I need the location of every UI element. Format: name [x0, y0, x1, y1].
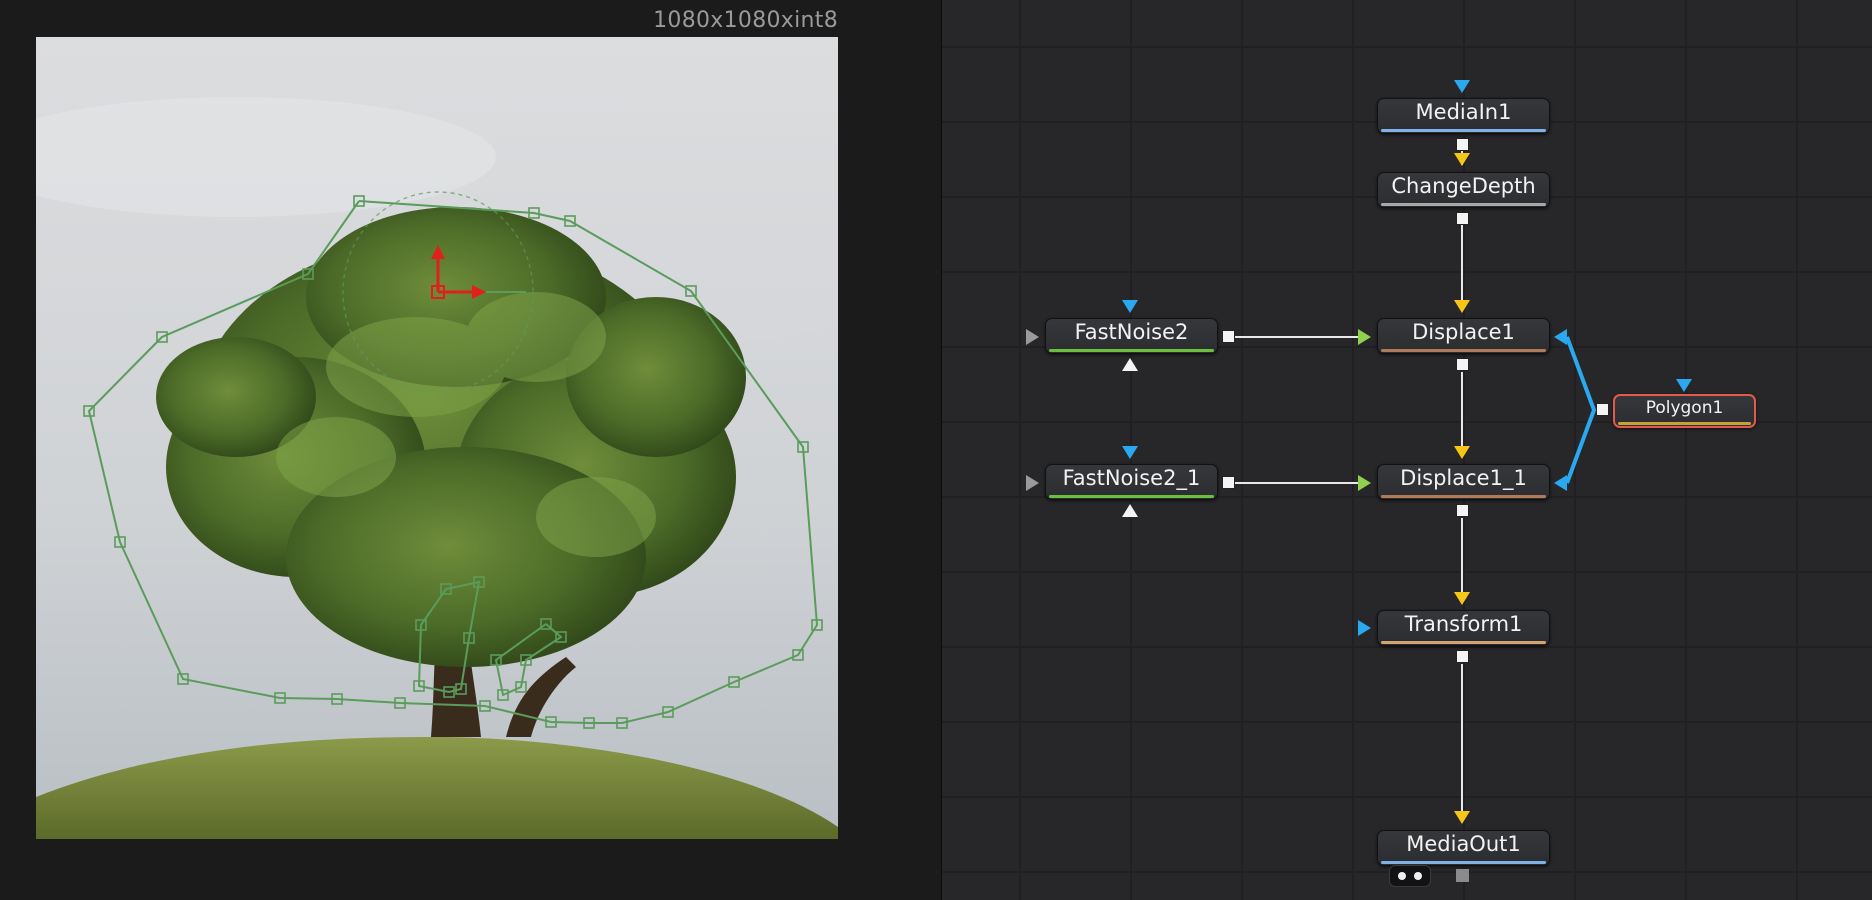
transform1-effect-mask-input[interactable]: [1358, 620, 1371, 636]
displace1-input-triangle[interactable]: [1454, 300, 1470, 313]
polygon1-input-triangle[interactable]: [1676, 379, 1692, 392]
transform-gizmo-icon[interactable]: [431, 245, 526, 299]
node-label: ChangeDepth: [1391, 174, 1536, 198]
polygon-mask-overlay[interactable]: [36, 37, 838, 839]
displace1_1-input-triangle[interactable]: [1454, 446, 1470, 459]
node-label: Displace1_1: [1400, 466, 1527, 490]
viewer-image[interactable]: [36, 37, 838, 839]
node-displace1_1[interactable]: Displace1_1: [1377, 464, 1550, 500]
polygon1-output-port[interactable]: [1596, 403, 1609, 416]
node-label: Displace1: [1412, 320, 1515, 344]
node-mediain1[interactable]: MediaIn1: [1377, 98, 1550, 134]
transform1-input-triangle[interactable]: [1454, 592, 1470, 605]
node-mediaout1[interactable]: MediaOut1: [1377, 830, 1550, 866]
mediain1-output-port[interactable]: [1456, 138, 1469, 151]
node-transform1[interactable]: Transform1: [1377, 610, 1550, 646]
node-label: FastNoise2_1: [1062, 466, 1201, 490]
polygon-inner-branch[interactable]: [494, 623, 563, 697]
displace1_1-noise-input[interactable]: [1358, 475, 1371, 491]
viewer-dot-right-icon: [1414, 872, 1422, 880]
polygon-inner-trunk[interactable]: [417, 580, 481, 694]
fastnoise2-left-input[interactable]: [1026, 329, 1039, 345]
node-label: MediaIn1: [1415, 100, 1512, 124]
viewer-dot-left-icon: [1398, 872, 1406, 880]
mask-wire-polygon: [1565, 336, 1597, 484]
fastnoise2_1-left-input[interactable]: [1026, 475, 1039, 491]
mediain1-input-triangle[interactable]: [1454, 80, 1470, 93]
displace1_1-output-port[interactable]: [1456, 504, 1469, 517]
displace1-noise-input[interactable]: [1358, 329, 1371, 345]
node-flow-editor[interactable]: MediaIn1 ChangeDepth Displace1 Displace1…: [942, 0, 1872, 900]
node-label: FastNoise2: [1074, 320, 1189, 344]
viewer-panel: 1080x1080xint8: [0, 0, 941, 900]
node-changedepth[interactable]: ChangeDepth: [1377, 172, 1550, 208]
fastnoise2_1-output-port[interactable]: [1222, 476, 1235, 489]
node-label: MediaOut1: [1406, 832, 1521, 856]
node-polygon1[interactable]: Polygon1: [1613, 394, 1756, 428]
changedepth-input-triangle[interactable]: [1454, 153, 1470, 166]
displace1-output-port[interactable]: [1456, 358, 1469, 371]
displace1-mask-input[interactable]: [1554, 329, 1567, 345]
node-label: Transform1: [1404, 612, 1523, 636]
flow-wires: [1228, 148, 1597, 811]
node-label: Polygon1: [1645, 398, 1724, 418]
changedepth-output-port[interactable]: [1456, 212, 1469, 225]
fastnoise2-mask-input[interactable]: [1122, 300, 1138, 313]
viewer-toggle-dots-icon[interactable]: [1389, 865, 1431, 887]
mediaout1-input-triangle[interactable]: [1454, 811, 1470, 824]
fastnoise2-bottom-input[interactable]: [1122, 358, 1138, 371]
square-icon[interactable]: [1456, 869, 1469, 882]
resolution-label: 1080x1080xint8: [653, 8, 838, 33]
fastnoise2_1-mask-input[interactable]: [1122, 446, 1138, 459]
node-displace1[interactable]: Displace1: [1377, 318, 1550, 354]
node-fastnoise2_1[interactable]: FastNoise2_1: [1045, 464, 1218, 500]
polygon-outer[interactable]: [87, 200, 819, 724]
fastnoise2_1-bottom-input[interactable]: [1122, 504, 1138, 517]
fastnoise2-output-port[interactable]: [1222, 330, 1235, 343]
transform1-output-port[interactable]: [1456, 650, 1469, 663]
displace1_1-mask-input[interactable]: [1554, 475, 1567, 491]
node-fastnoise2[interactable]: FastNoise2: [1045, 318, 1218, 354]
